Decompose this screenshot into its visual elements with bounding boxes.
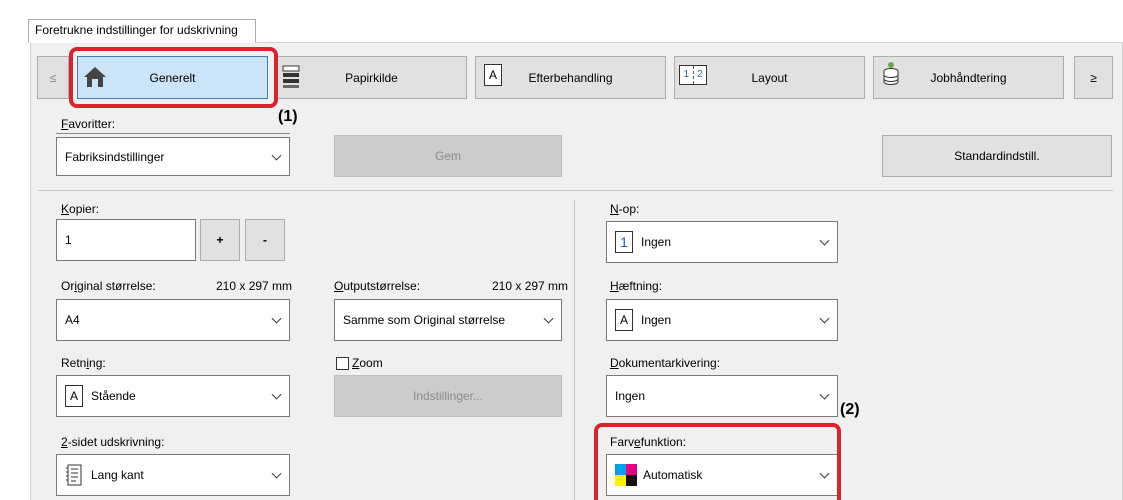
orientation-dropdown[interactable]: A Stående	[56, 375, 290, 417]
dialog-tab-header[interactable]: Foretrukne indstillinger for udskrivning	[28, 19, 256, 43]
doc-filing-label: Dokumentarkivering:	[610, 356, 721, 370]
settings-panel	[30, 42, 1123, 500]
chevron-down-icon	[819, 235, 830, 246]
favorites-value: Fabriksindstillinger	[65, 149, 165, 164]
tab-label: Jobhåndtering	[930, 70, 1007, 85]
annotation-2: (2)	[840, 401, 860, 418]
orientation-label: Retning:	[61, 356, 106, 370]
zoom-label: Zoom	[352, 356, 383, 370]
tab-jobhandtering[interactable]: Jobhåndtering	[873, 56, 1064, 99]
chevron-down-icon	[819, 389, 830, 400]
zoom-checkbox[interactable]	[336, 357, 349, 370]
defaults-label: Standardindstill.	[954, 149, 1040, 163]
duplex-label: 2-sidet udskrivning:	[61, 435, 165, 449]
original-size-label: Original størrelse:	[61, 279, 156, 293]
staple-icon: A	[615, 309, 633, 331]
zoom-settings-button[interactable]: Indstillinger...	[334, 375, 562, 417]
plus-label: +	[216, 233, 224, 247]
copies-input[interactable]: 1	[56, 219, 196, 261]
stapling-value: Ingen	[641, 313, 672, 327]
prev-label: ≤	[49, 70, 57, 85]
tab-papirkilde[interactable]: Papirkilde	[276, 56, 467, 99]
orientation-value: Stående	[91, 389, 136, 403]
long-edge-binding-icon	[66, 464, 82, 486]
printing-preferences-window: Foretrukne indstillinger for udskrivning…	[0, 0, 1123, 500]
minus-label: -	[263, 233, 267, 247]
save-favorite-button[interactable]: Gem	[334, 135, 562, 177]
tab-efterbehandling[interactable]: A Efterbehandling	[475, 56, 666, 99]
stapling-label: Hæftning:	[610, 279, 663, 293]
original-size-value: A4	[65, 313, 80, 327]
highlight-box-1	[69, 47, 278, 108]
tab-label: Papirkilde	[345, 70, 398, 85]
output-size-dims: 210 x 297 mm	[492, 279, 569, 293]
original-size-dropdown[interactable]: A4	[56, 299, 290, 341]
favorites-label: Favoritter:	[61, 117, 116, 131]
tab-label: Efterbehandling	[528, 70, 613, 85]
copies-decrement-button[interactable]: -	[245, 219, 285, 261]
doc-filing-value: Ingen	[615, 389, 646, 403]
tabs-prev-button[interactable]: ≤	[37, 56, 69, 99]
chevron-down-icon	[543, 313, 554, 324]
tabs-next-button[interactable]: ≥	[1074, 56, 1113, 99]
output-size-label: Outputstørrelse:	[334, 279, 421, 293]
original-size-dims: 210 x 297 mm	[216, 279, 293, 293]
portrait-icon: A	[65, 385, 83, 407]
annotation-1: (1)	[278, 108, 298, 125]
favorites-underline	[56, 133, 290, 134]
copies-value: 1	[65, 233, 72, 247]
doc-filing-dropdown[interactable]: Ingen	[606, 375, 838, 417]
stapling-dropdown[interactable]: A Ingen	[606, 299, 838, 341]
copies-increment-button[interactable]: +	[200, 219, 240, 261]
copies-label: Kopier:	[61, 202, 100, 216]
restore-defaults-button[interactable]: Standardindstill.	[882, 135, 1112, 177]
n-up-value: Ingen	[641, 235, 672, 249]
chevron-down-icon	[271, 468, 282, 479]
output-size-dropdown[interactable]: Samme som Original størrelse	[334, 299, 562, 341]
zoom-settings-label: Indstillinger...	[412, 389, 484, 403]
duplex-value: Lang kant	[91, 468, 144, 482]
chevron-down-icon	[271, 389, 282, 400]
next-label: ≥	[1090, 70, 1097, 85]
n-up-icon: 1	[615, 231, 633, 253]
tab-label: Layout	[751, 70, 788, 85]
chevron-down-icon	[271, 313, 282, 324]
n-up-dropdown[interactable]: 1 Ingen	[606, 221, 838, 263]
save-label: Gem	[434, 149, 461, 163]
chevron-down-icon	[819, 313, 830, 324]
highlight-box-2	[594, 423, 841, 500]
column-divider	[574, 200, 575, 500]
chevron-down-icon	[271, 150, 282, 161]
tab-layout[interactable]: 1 2 Layout	[674, 56, 865, 99]
output-size-value: Samme som Original størrelse	[343, 313, 506, 327]
section-divider	[38, 190, 1113, 191]
favorites-dropdown[interactable]: Fabriksindstillinger	[56, 137, 290, 176]
duplex-dropdown[interactable]: Lang kant	[56, 454, 290, 496]
n-up-label: N-op:	[610, 202, 640, 216]
